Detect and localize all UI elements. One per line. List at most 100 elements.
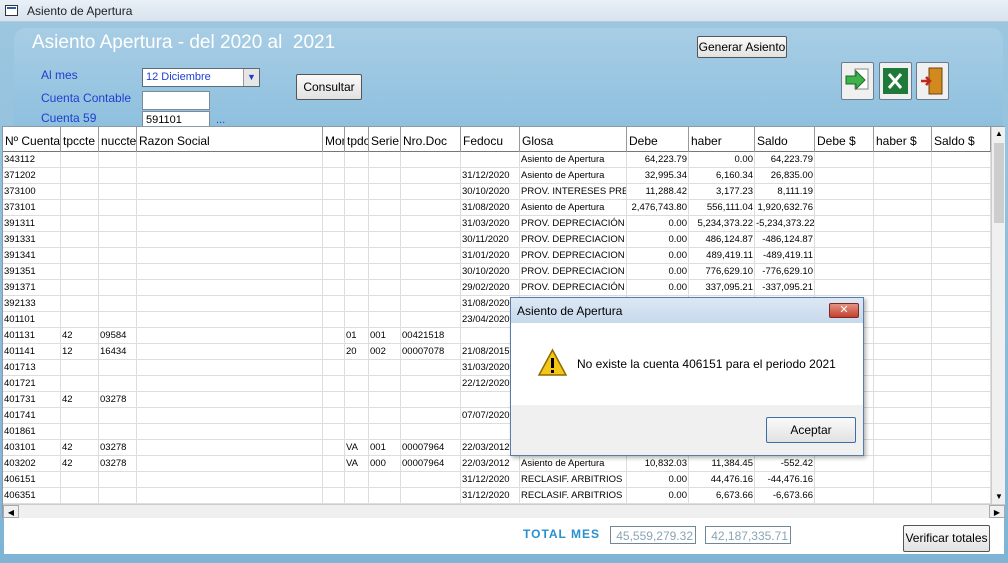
column-header[interactable]: Serie xyxy=(369,127,401,152)
table-cell xyxy=(323,200,345,216)
column-header[interactable]: haber $ xyxy=(874,127,932,152)
table-cell xyxy=(932,280,991,296)
table-row[interactable]: 373100 30/10/2020 PROV. INTERESES PRE 11,28… xyxy=(3,184,991,200)
scroll-down-icon[interactable]: ▼ xyxy=(992,490,1006,504)
table-cell xyxy=(401,200,461,216)
chevron-down-icon[interactable]: ▼ xyxy=(243,69,259,86)
column-header[interactable]: Mon xyxy=(323,127,345,152)
cuenta59-lookup-button[interactable]: ... xyxy=(216,114,225,126)
exit-button[interactable] xyxy=(916,62,949,100)
table-cell: 30/10/2020 xyxy=(461,264,520,280)
table-cell xyxy=(401,296,461,312)
column-header[interactable]: tpdo xyxy=(345,127,369,152)
table-cell xyxy=(323,168,345,184)
generar-asiento-button[interactable]: Generar Asiento xyxy=(697,36,787,58)
table-row[interactable]: 406351 31/12/2020 RECLASIF. ARBITRIOS 0.00 6… xyxy=(3,488,991,504)
table-row[interactable]: 403202 42 03278 VA 000 00007964 22/03/2012 Asie… xyxy=(3,456,991,472)
table-cell xyxy=(137,280,323,296)
column-header[interactable]: Saldo xyxy=(755,127,815,152)
table-cell xyxy=(874,456,932,472)
column-header[interactable]: nuccte xyxy=(99,127,137,152)
table-cell xyxy=(323,376,345,392)
vertical-scrollbar[interactable]: ▲ ▼ xyxy=(991,127,1005,504)
table-row[interactable]: 391351 30/10/2020 PROV. DEPRECIACION 0.00 77… xyxy=(3,264,991,280)
cuenta-contable-input[interactable] xyxy=(142,91,210,110)
table-cell: 09584 xyxy=(99,328,137,344)
table-row[interactable]: 371202 31/12/2020 Asiento de Apertura 32,99… xyxy=(3,168,991,184)
column-header[interactable]: Debe $ xyxy=(815,127,874,152)
column-header[interactable]: Saldo $ xyxy=(932,127,991,152)
column-header[interactable]: Razon Social xyxy=(137,127,323,152)
table-cell: 343112 xyxy=(3,152,61,168)
column-header[interactable]: Nro.Doc xyxy=(401,127,461,152)
table-cell: 391311 xyxy=(3,216,61,232)
table-cell xyxy=(874,472,932,488)
table-row[interactable]: 373101 31/08/2020 Asiento de Apertura 2,476… xyxy=(3,200,991,216)
table-cell xyxy=(874,424,932,440)
table-row[interactable]: 391341 31/01/2020 PROV. DEPRECIACION 0.00 48… xyxy=(3,248,991,264)
table-cell xyxy=(137,488,323,504)
table-cell: 44,476.16 xyxy=(689,472,755,488)
export-arrow-icon xyxy=(845,68,869,91)
scroll-up-icon[interactable]: ▲ xyxy=(992,127,1006,141)
scroll-right-icon[interactable]: ▶ xyxy=(989,505,1005,518)
column-header[interactable]: tpccte xyxy=(61,127,99,152)
table-row[interactable]: 391331 30/11/2020 PROV. DEPRECIACION 0.00 48… xyxy=(3,232,991,248)
table-cell xyxy=(932,200,991,216)
table-cell xyxy=(874,360,932,376)
column-header[interactable]: haber xyxy=(689,127,755,152)
table-cell xyxy=(323,488,345,504)
column-header[interactable]: Glosa xyxy=(520,127,627,152)
table-cell: 31/03/2020 xyxy=(461,216,520,232)
horizontal-scrollbar[interactable]: ◀ ▶ xyxy=(3,504,1005,518)
table-cell xyxy=(815,264,874,280)
table-cell xyxy=(369,280,401,296)
table-row[interactable]: 406151 31/12/2020 RECLASIF. ARBITRIOS 0.00 4… xyxy=(3,472,991,488)
table-cell xyxy=(815,200,874,216)
table-cell xyxy=(345,200,369,216)
aceptar-button[interactable]: Aceptar xyxy=(766,417,856,443)
table-cell: VA xyxy=(345,456,369,472)
table-cell xyxy=(401,424,461,440)
table-cell xyxy=(61,248,99,264)
table-cell xyxy=(99,488,137,504)
table-cell: -6,673.66 xyxy=(755,488,815,504)
column-header[interactable]: Debe xyxy=(627,127,689,152)
table-cell: PROV. DEPRECIACION xyxy=(520,248,627,264)
table-cell: 401721 xyxy=(3,376,61,392)
table-row[interactable]: 391311 31/03/2020 PROV. DEPRECIACIÓN 0.00 5,… xyxy=(3,216,991,232)
table-cell xyxy=(369,168,401,184)
dialog-title-bar: Asiento de Apertura xyxy=(511,298,863,323)
table-cell: PROV. DEPRECIACIÓN xyxy=(520,216,627,232)
export-button[interactable] xyxy=(841,62,874,100)
table-cell xyxy=(61,488,99,504)
scroll-thumb[interactable] xyxy=(994,143,1004,223)
scroll-left-icon[interactable]: ◀ xyxy=(3,505,19,518)
excel-button[interactable] xyxy=(879,62,912,100)
exit-door-icon xyxy=(921,67,943,95)
table-cell xyxy=(323,440,345,456)
table-cell: 31/12/2020 xyxy=(461,168,520,184)
close-icon[interactable]: ✕ xyxy=(829,303,859,318)
table-cell xyxy=(932,424,991,440)
table-cell xyxy=(401,280,461,296)
column-header[interactable]: Fedocu xyxy=(461,127,520,152)
dialog-body: No existe la cuenta 406151 para el perio… xyxy=(511,323,863,405)
table-cell xyxy=(874,296,932,312)
table-cell xyxy=(99,184,137,200)
table-cell xyxy=(61,232,99,248)
verificar-totales-button[interactable]: Verificar totales xyxy=(903,525,990,552)
table-cell xyxy=(345,376,369,392)
table-cell: 371202 xyxy=(3,168,61,184)
table-cell xyxy=(323,296,345,312)
table-cell xyxy=(401,152,461,168)
al-mes-select[interactable]: 12 Diciembre ▼ xyxy=(142,68,260,87)
table-cell xyxy=(99,280,137,296)
table-row[interactable]: 343112 Asiento de Apertura 64,223.79 0.00 64… xyxy=(3,152,991,168)
table-cell: 6,673.66 xyxy=(689,488,755,504)
consultar-button[interactable]: Consultar xyxy=(296,74,362,100)
table-cell xyxy=(369,392,401,408)
column-header[interactable]: Nº Cuenta xyxy=(3,127,61,152)
table-cell xyxy=(369,312,401,328)
table-row[interactable]: 391371 29/02/2020 PROV. DEPRECIACIÓN 0.00 33… xyxy=(3,280,991,296)
